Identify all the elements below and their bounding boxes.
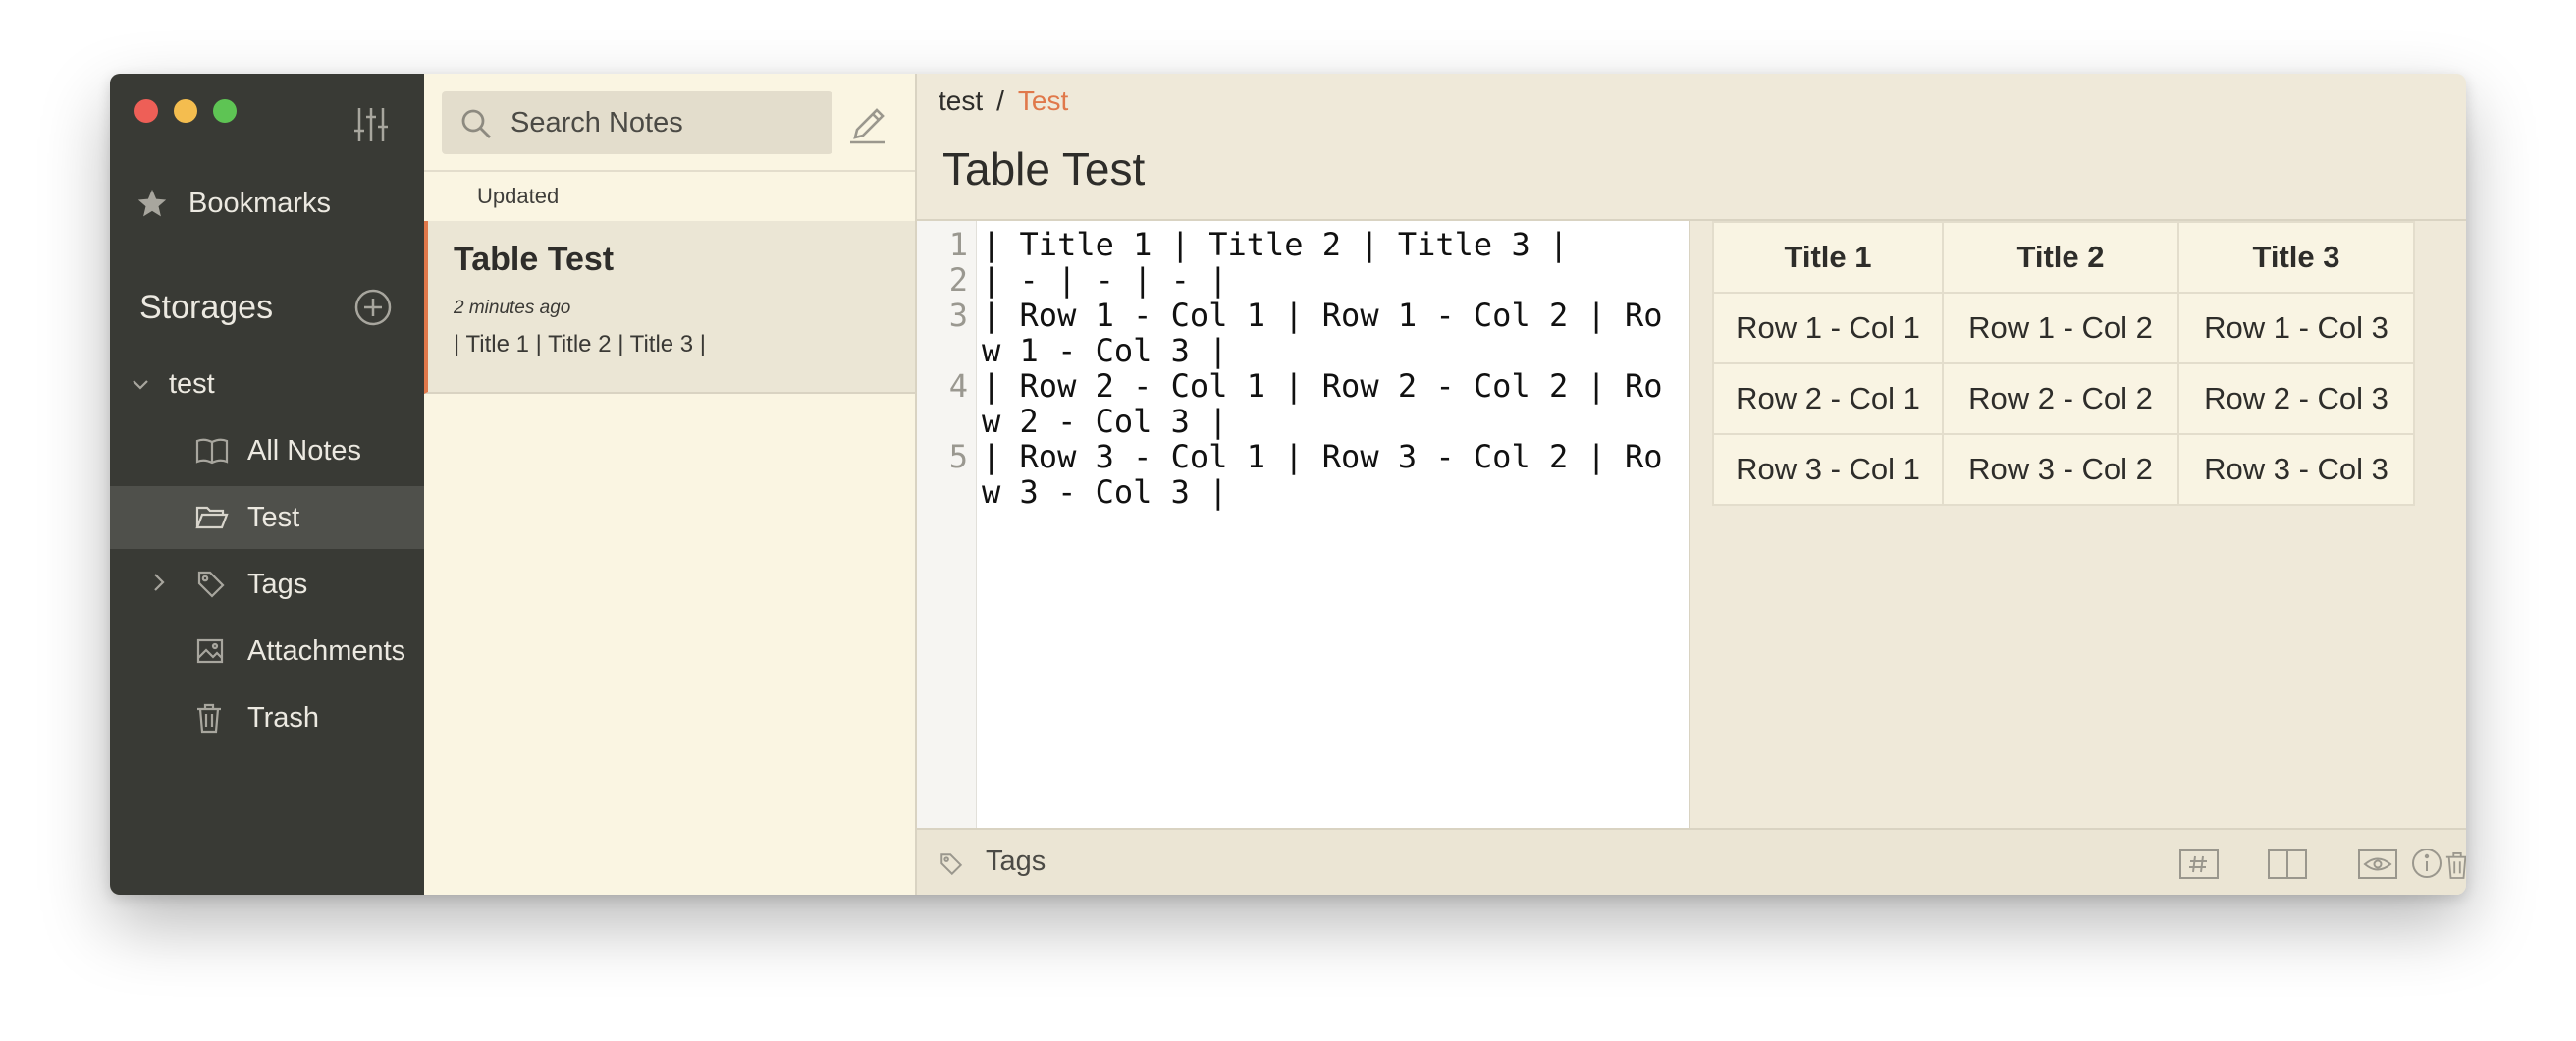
table-cell: Row 2 - Col 1 xyxy=(1712,362,1944,435)
trash-icon[interactable] xyxy=(2444,849,2466,886)
sidebar-item-label: Attachments xyxy=(247,634,406,667)
note-list-item[interactable]: Table Test 2 minutes ago | Title 1 | Tit… xyxy=(424,221,915,394)
table-row: Row 1 - Col 1 Row 1 - Col 2 Row 1 - Col … xyxy=(1712,292,2415,364)
tag-icon xyxy=(939,851,964,882)
sidebar: Bookmarks Storages test All Notes Test T… xyxy=(110,74,424,895)
image-icon xyxy=(195,637,225,665)
sidebar-item-test-folder[interactable]: Test xyxy=(110,486,424,549)
note-item-title: Table Test xyxy=(454,241,615,278)
table-cell: Row 1 - Col 2 xyxy=(1942,292,2179,364)
sidebar-item-all-notes[interactable]: All Notes xyxy=(110,419,424,482)
preview-eye-icon[interactable] xyxy=(2358,849,2397,884)
chevron-down-icon[interactable] xyxy=(130,373,151,395)
sidebar-item-trash[interactable]: Trash xyxy=(110,686,424,749)
storage-name: test xyxy=(169,367,215,400)
code-line: 4 | Row 2 - Col 1 | Row 2 - Col 2 | Row 2… xyxy=(949,367,1681,440)
search-icon xyxy=(459,107,493,145)
table-cell: Row 3 - Col 1 xyxy=(1712,433,1944,506)
code-line: 3 | Row 1 - Col 1 | Row 1 - Col 2 | Row 1… xyxy=(949,297,1681,369)
markdown-preview: Title 1 Title 2 Title 3 Row 1 - Col 1 Ro… xyxy=(1690,221,2466,830)
table-header-cell: Title 3 xyxy=(2177,221,2415,294)
breadcrumb: test / Test xyxy=(939,85,1068,117)
sidebar-item-bookmarks[interactable]: Bookmarks xyxy=(110,172,424,235)
table-cell: Row 1 - Col 3 xyxy=(2177,292,2415,364)
code-line-text: | Title 1 | Title 2 | Title 3 | xyxy=(982,226,1569,263)
sidebar-item-tags[interactable]: Tags xyxy=(110,553,424,616)
sort-bar[interactable]: Updated xyxy=(424,170,915,223)
code-line: 2 | - | - | - | xyxy=(949,261,1681,299)
search-input[interactable]: Search Notes xyxy=(442,91,832,154)
line-number: 2 xyxy=(948,261,968,299)
app-window: Bookmarks Storages test All Notes Test T… xyxy=(110,74,2466,895)
table-header-row: Title 1 Title 2 Title 3 xyxy=(1712,221,2415,294)
preview-table: Title 1 Title 2 Title 3 Row 1 - Col 1 Ro… xyxy=(1712,221,2415,506)
line-number: 4 xyxy=(948,367,968,405)
code-line-text: | Row 3 - Col 1 | Row 3 - Col 2 | Row 3 … xyxy=(982,438,1663,511)
table-cell: Row 1 - Col 1 xyxy=(1712,292,1944,364)
tag-icon xyxy=(195,569,227,600)
split-view-icon[interactable] xyxy=(2268,849,2307,884)
table-header-cell: Title 2 xyxy=(1942,221,2179,294)
sidebar-item-label: All Notes xyxy=(247,434,362,466)
code-line: 1 | Title 1 | Title 2 | Title 3 | xyxy=(949,226,1681,263)
note-title: Table Test xyxy=(942,143,1146,194)
sliders-icon[interactable] xyxy=(351,105,391,149)
table-cell: Row 2 - Col 3 xyxy=(2177,362,2415,435)
add-storage-icon[interactable] xyxy=(353,288,393,327)
table-row: Row 2 - Col 1 Row 2 - Col 2 Row 2 - Col … xyxy=(1712,362,2415,435)
code-line-text: | Row 2 - Col 1 | Row 2 - Col 2 | Row 2 … xyxy=(982,367,1663,440)
note-detail: test / Test Table Test 1 | Title 1 | Title … xyxy=(917,74,2466,895)
sidebar-item-label: Trash xyxy=(247,701,320,734)
sidebar-item-label: Test xyxy=(247,501,300,533)
code-line-text: | - | - | - | xyxy=(982,261,1228,299)
storages-label: Storages xyxy=(139,288,274,326)
breadcrumb-separator: / xyxy=(996,85,1004,116)
note-list-panel: Search Notes Updated Table Test 2 minute… xyxy=(424,74,917,895)
table-cell: Row 2 - Col 2 xyxy=(1942,362,2179,435)
close-window-button[interactable] xyxy=(134,99,158,123)
star-icon xyxy=(135,187,169,220)
sidebar-item-attachments[interactable]: Attachments xyxy=(110,620,424,683)
status-bar: Tags xyxy=(917,828,2466,895)
zoom-window-button[interactable] xyxy=(213,99,237,123)
search-placeholder: Search Notes xyxy=(510,106,683,138)
hashtag-icon[interactable] xyxy=(2179,849,2219,884)
book-icon xyxy=(195,436,229,466)
chevron-right-icon[interactable] xyxy=(149,571,169,599)
minimize-window-button[interactable] xyxy=(174,99,197,123)
editor-split: 1 | Title 1 | Title 2 | Title 3 | 2 | - | … xyxy=(917,219,2466,830)
sidebar-item-storage-test[interactable]: test xyxy=(110,353,424,415)
code-area[interactable]: 1 | Title 1 | Title 2 | Title 3 | 2 | - | … xyxy=(949,226,1681,511)
trash-icon xyxy=(195,702,223,734)
folder-open-icon xyxy=(195,504,229,531)
table-cell: Row 3 - Col 2 xyxy=(1942,433,2179,506)
storages-header: Storages xyxy=(110,276,424,339)
line-number: 5 xyxy=(948,438,968,475)
breadcrumb-folder[interactable]: Test xyxy=(1018,85,1068,116)
tags-input[interactable]: Tags xyxy=(986,846,1046,878)
markdown-editor[interactable]: 1 | Title 1 | Title 2 | Title 3 | 2 | - | … xyxy=(917,221,1690,830)
table-cell: Row 3 - Col 3 xyxy=(2177,433,2415,506)
note-item-time: 2 minutes ago xyxy=(454,298,571,318)
code-line: 5 | Row 3 - Col 1 | Row 3 - Col 2 | Row 3… xyxy=(949,438,1681,511)
breadcrumb-storage[interactable]: test xyxy=(939,85,983,116)
sidebar-item-label: Tags xyxy=(247,568,308,600)
info-icon[interactable] xyxy=(2411,848,2442,884)
note-item-snippet: | Title 1 | Title 2 | Title 3 | xyxy=(454,331,707,357)
sidebar-item-label: Bookmarks xyxy=(188,187,332,219)
new-note-icon[interactable] xyxy=(846,103,889,151)
line-number: 3 xyxy=(948,297,968,334)
table-header-cell: Title 1 xyxy=(1712,221,1944,294)
line-number: 1 xyxy=(948,226,968,263)
table-row: Row 3 - Col 1 Row 3 - Col 2 Row 3 - Col … xyxy=(1712,433,2415,506)
code-line-text: | Row 1 - Col 1 | Row 1 - Col 2 | Row 1 … xyxy=(982,297,1663,369)
sort-label: Updated xyxy=(477,184,560,208)
